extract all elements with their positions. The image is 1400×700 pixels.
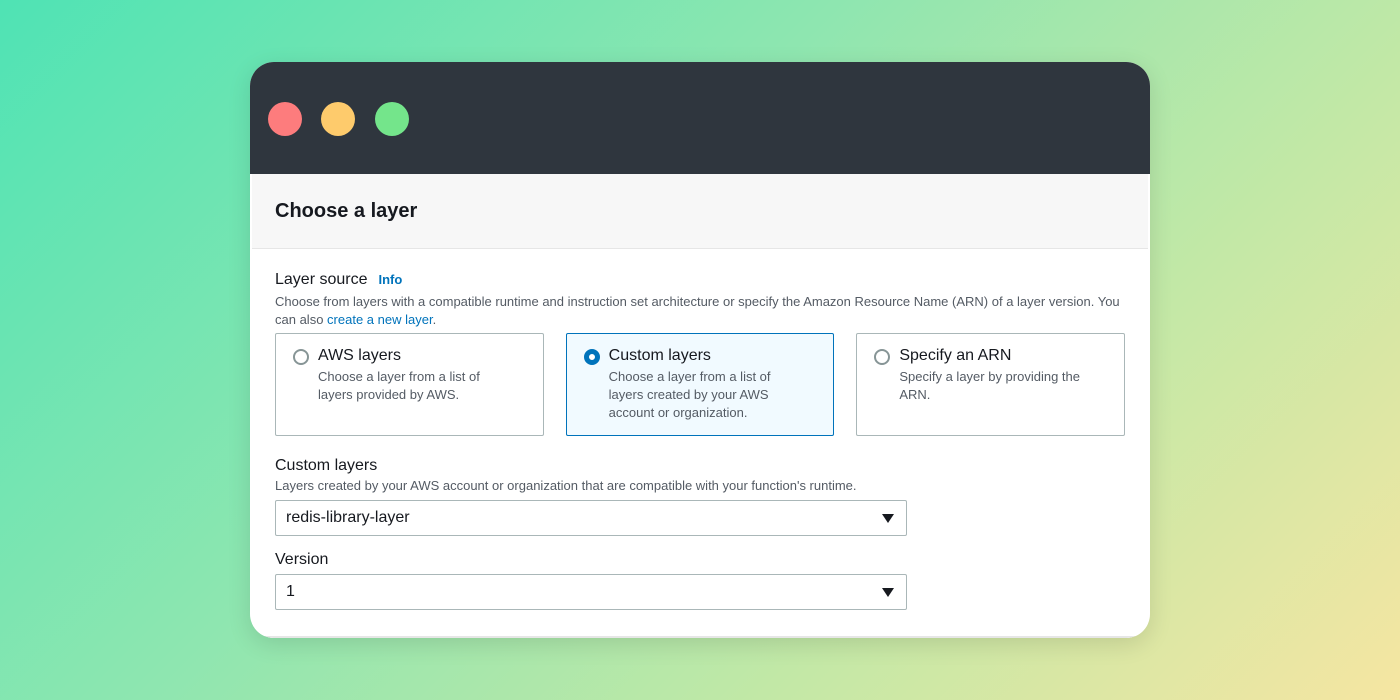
tile-custom-layers[interactable]: Custom layers Choose a layer from a list… (565, 333, 835, 436)
layer-source-label-row: Layer source Info (275, 271, 1125, 289)
close-window-icon[interactable] (268, 102, 302, 136)
panel-body: Layer source Info Choose from layers wit… (252, 249, 1148, 610)
tile-title: Specify an ARN (899, 347, 1012, 364)
tile-description: Choose a layer from a list of layers cre… (608, 369, 771, 420)
minimize-window-icon[interactable] (321, 102, 355, 136)
version-selected-value: 1 (286, 583, 295, 600)
divider (252, 636, 1148, 638)
create-new-layer-link[interactable]: create a new layer (327, 312, 433, 327)
panel-header: Choose a layer (252, 174, 1148, 249)
tile-description: Specify a layer by providing the ARN. (899, 369, 1080, 402)
layer-source-tiles: AWS layers Choose a layer from a list of… (275, 333, 1126, 436)
radio-aws-layers[interactable] (293, 349, 309, 365)
tile-aws-layers[interactable]: AWS layers Choose a layer from a list of… (275, 333, 544, 436)
custom-layers-selected-value: redis-library-layer (286, 509, 410, 526)
maximize-window-icon[interactable] (375, 102, 409, 136)
layer-source-description: Choose from layers with a compatible run… (275, 294, 1120, 327)
info-link[interactable]: Info (379, 272, 403, 287)
version-section: Version 1 (275, 551, 1125, 610)
layer-source-label: Layer source (275, 271, 368, 288)
window-titlebar (250, 62, 1150, 174)
version-label: Version (275, 551, 329, 568)
caret-down-icon (882, 587, 894, 597)
tile-title: AWS layers (318, 347, 401, 364)
panel-title: Choose a layer (275, 199, 418, 222)
version-select[interactable]: 1 (275, 574, 907, 610)
radio-specify-arn[interactable] (874, 349, 891, 365)
tile-description: Choose a layer from a list of layers pro… (318, 369, 480, 402)
caret-down-icon (882, 513, 894, 523)
panel: Choose a layer Layer source Info Choose … (252, 174, 1148, 638)
app-window: Choose a layer Layer source Info Choose … (250, 62, 1150, 638)
custom-layers-section: Custom layers Layers created by your AWS… (275, 457, 1125, 536)
custom-layers-description: Layers created by your AWS account or or… (275, 478, 857, 493)
tile-specify-arn[interactable]: Specify an ARN Specify a layer by provid… (856, 333, 1126, 436)
tile-title: Custom layers (608, 347, 711, 364)
radio-custom-layers[interactable] (583, 349, 600, 365)
custom-layers-select[interactable]: redis-library-layer (275, 500, 907, 536)
custom-layers-label: Custom layers (275, 457, 378, 474)
